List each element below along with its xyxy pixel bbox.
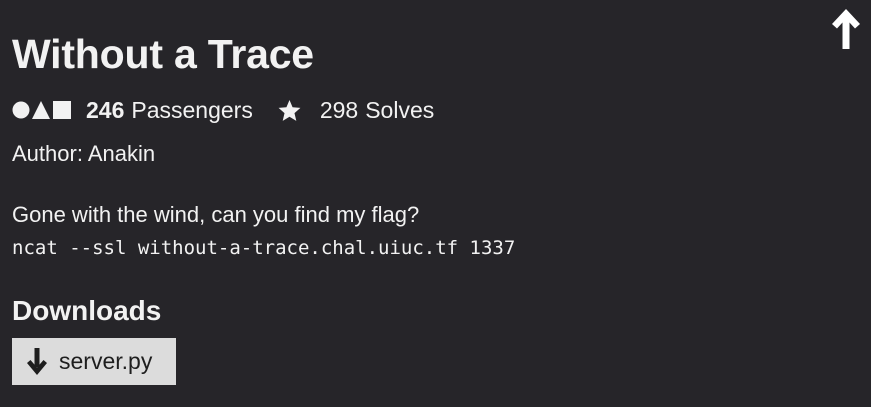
challenge-author: Author: Anakin	[12, 141, 156, 166]
challenge-title: Without a Trace	[12, 31, 314, 77]
solves-count: 298	[319, 96, 359, 123]
arrow-up-icon[interactable]	[831, 8, 861, 50]
download-arrow-icon	[27, 347, 47, 375]
circle-triangle-square-icon	[12, 101, 71, 119]
passengers-label: Passengers	[131, 96, 253, 123]
connection-command: ncat --ssl without-a-trace.chal.uiuc.tf …	[12, 237, 516, 259]
challenge-description: Gone with the wind, can you find my flag…	[12, 202, 420, 227]
passengers-count: 246	[86, 96, 125, 123]
challenge-stats: 246 Passengers 298 Solves	[12, 95, 434, 125]
solves-label: Solves	[365, 96, 435, 123]
download-server-py-button[interactable]: server.py	[12, 338, 176, 385]
downloads-heading: Downloads	[12, 295, 162, 326]
download-file-name: server.py	[59, 348, 153, 374]
star-icon	[278, 99, 301, 121]
